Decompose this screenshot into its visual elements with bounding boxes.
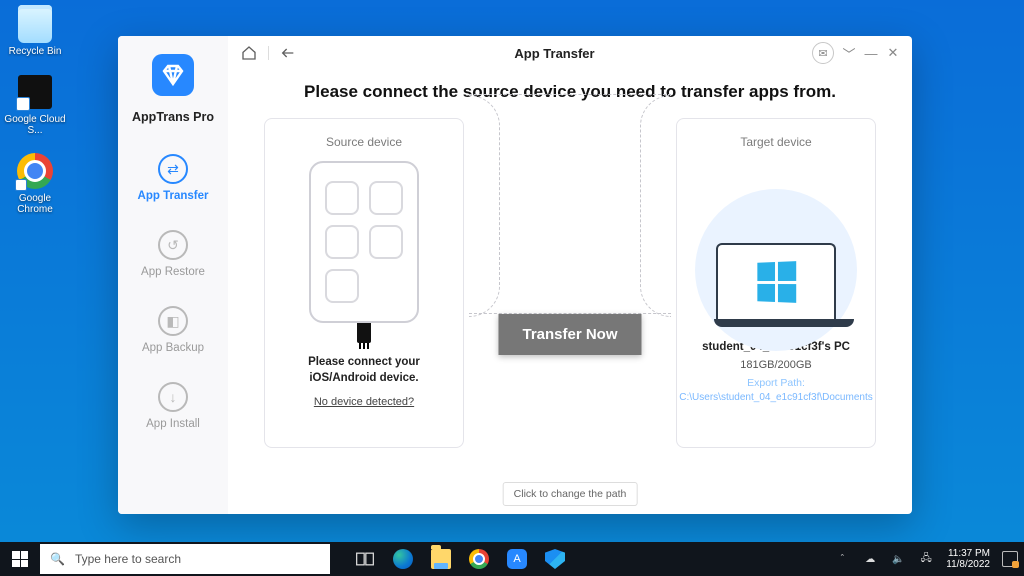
sidebar-item-backup[interactable]: ◧ App Backup [142,306,204,354]
taskbar-search[interactable]: 🔍 Type here to search [40,544,330,574]
recycle-bin-icon [15,4,55,44]
usb-icon [357,321,371,343]
restore-icon: ↺ [158,230,188,260]
back-button[interactable] [279,44,297,62]
sidebar-item-label: App Restore [141,266,205,278]
shortcut-icon [15,72,55,112]
notifications-button[interactable] [1002,551,1018,567]
clock-time: 11:37 PM [948,548,990,560]
phone-icon [309,161,419,323]
sidebar-item-label: App Transfer [138,190,209,202]
sidebar-nav: ⇄ App Transfer ↺ App Restore ◧ App Backu… [122,154,224,430]
target-storage: 181GB/200GB [740,359,812,371]
page-title: App Transfer [307,46,802,61]
no-device-link[interactable]: No device detected? [314,396,414,408]
taskbar-app-explorer[interactable] [422,542,460,576]
tray-chevron-icon[interactable]: ＾ [834,551,850,567]
home-button[interactable] [240,44,258,62]
taskbar-app-apptrans[interactable]: A [498,542,536,576]
desktop-icon-label: Google Cloud S... [4,114,66,137]
chrome-icon [469,549,489,569]
minimize-button[interactable]: — [864,46,878,60]
tray-network-icon[interactable]: 🖧 [918,551,934,567]
transfer-icon: ⇄ [158,154,188,184]
separator [268,46,269,60]
target-title: Target device [740,135,811,149]
explorer-icon [431,549,451,569]
apptrans-icon: A [507,549,527,569]
source-message: Please connect your iOS/Android device. [275,355,453,386]
target-device-card: Target device student_04_e1c91cf3f's PC … [676,118,876,448]
clock-date: 11/8/2022 [946,559,990,571]
path-tooltip: Click to change the path [503,482,638,506]
source-title: Source device [326,135,402,149]
sidebar-item-label: App Install [146,418,200,430]
taskbar-tray: ＾ ☁ 🔈 🖧 11:37 PM 11/8/2022 [834,548,1024,571]
desktop-icon-recycle-bin[interactable]: Recycle Bin [4,4,66,58]
shield-icon [545,549,565,569]
sidebar-item-restore[interactable]: ↺ App Restore [141,230,205,278]
sidebar-item-label: App Backup [142,342,204,354]
sidebar: AppTrans Pro ⇄ App Transfer ↺ App Restor… [118,36,228,514]
windows-logo-icon [757,261,796,303]
search-icon: 🔍 [50,552,65,566]
chrome-icon [15,151,55,191]
search-placeholder: Type here to search [75,552,181,566]
desktop-icon-google-cloud[interactable]: Google Cloud S... [4,72,66,137]
app-window: AppTrans Pro ⇄ App Transfer ↺ App Restor… [118,36,912,514]
main-pane: App Transfer ✉ ﹀ — ✕ Please connect the … [228,36,912,514]
transfer-now-button[interactable]: Transfer Now [498,314,641,355]
start-button[interactable] [0,542,40,576]
laptop-icon [714,243,838,327]
source-device-card: Source device Please connect your iOS/An… [264,118,464,448]
feedback-button[interactable]: ✉ [812,42,834,64]
tray-volume-icon[interactable]: 🔈 [890,551,906,567]
taskbar-clock[interactable]: 11:37 PM 11/8/2022 [946,548,990,571]
tray-onedrive-icon[interactable]: ☁ [862,551,878,567]
desktop-icon-label: Google Chrome [4,193,66,216]
taskbar-app-security[interactable] [536,542,574,576]
backup-icon: ◧ [158,306,188,336]
app-brand: AppTrans Pro [132,110,214,124]
taskbar: 🔍 Type here to search A ＾ ☁ 🔈 🖧 11:37 PM… [0,542,1024,576]
taskbar-app-taskview[interactable] [346,542,384,576]
menu-button[interactable]: ﹀ [842,46,856,60]
sidebar-item-transfer[interactable]: ⇄ App Transfer [138,154,209,202]
device-row: Source device Please connect your iOS/An… [228,102,912,514]
edge-icon [393,549,413,569]
taskbar-apps: A [346,542,574,576]
title-bar: App Transfer ✉ ﹀ — ✕ [228,36,912,70]
close-button[interactable]: ✕ [886,46,900,60]
install-icon: ↓ [158,382,188,412]
export-path-link[interactable]: C:\Users\student_04_e1c91cf3f\Documents [679,391,872,404]
taskbar-app-chrome[interactable] [460,542,498,576]
headline: Please connect the source device you nee… [228,82,912,102]
desktop-icon-label: Recycle Bin [9,46,62,58]
taskbar-app-edge[interactable] [384,542,422,576]
app-logo-icon [152,54,194,96]
export-path-label: Export Path: [747,377,805,389]
desktop-icon-chrome[interactable]: Google Chrome [4,151,66,216]
sidebar-item-install[interactable]: ↓ App Install [146,382,200,430]
desktop-icons: Recycle Bin Google Cloud S... Google Chr… [4,4,66,216]
